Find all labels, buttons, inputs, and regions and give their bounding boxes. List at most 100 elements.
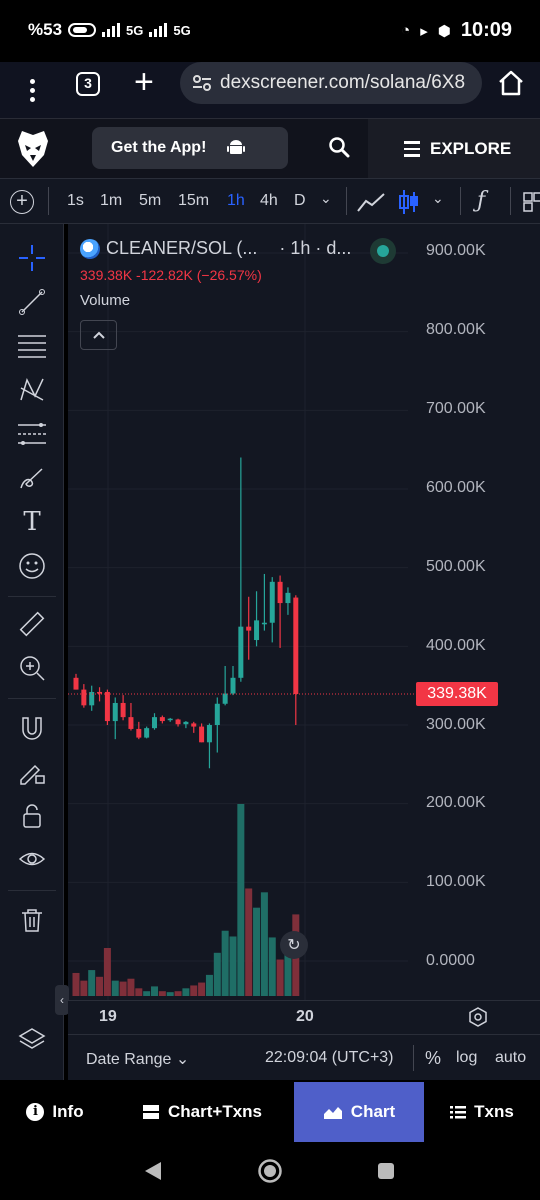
timeframe-1h[interactable]: 1h [227,192,245,210]
log-scale-toggle[interactable]: log [456,1049,477,1067]
price-axis-label: 400.00K [426,637,486,654]
collapse-legend-button[interactable] [80,320,117,350]
emoji-icon[interactable] [16,550,48,582]
last-price-tag: 339.38K [416,682,498,706]
tab-txns[interactable]: Txns [424,1082,540,1142]
unlock-icon[interactable] [16,800,48,832]
volume-bar [96,976,104,996]
volume-bar [205,974,213,996]
site-settings-icon[interactable] [192,73,212,93]
line-chart-icon[interactable] [356,191,386,213]
volume-bar [119,981,127,996]
expand-toolbar-handle[interactable]: ‹ [55,985,69,1015]
candle-body [144,728,150,738]
explore-button[interactable]: EXPLORE [368,119,540,179]
toolbar-divider [346,187,347,215]
volume-bar [253,907,261,996]
ruler-icon[interactable] [16,608,48,640]
new-tab-icon[interactable]: + [134,62,154,102]
candles-icon[interactable] [398,188,420,216]
back-icon[interactable] [143,1160,163,1182]
eye-icon[interactable] [16,844,48,876]
candle-body [175,719,181,725]
projection-icon[interactable] [16,418,48,450]
magnet-icon[interactable] [16,712,48,744]
chevron-up-icon [92,331,105,339]
candle-body [285,592,291,604]
whatsapp-icon: ◔ [401,22,411,39]
more-menu-icon[interactable] [22,70,42,110]
timeframe-1s[interactable]: 1s [67,192,84,210]
volume-bar [143,991,151,996]
date-range-button[interactable]: Date Range ⌄ [86,1049,189,1069]
zoom-in-icon[interactable] [16,652,48,684]
add-symbol-icon[interactable]: + [10,190,34,214]
network-type-1: 5G [126,22,144,38]
toolbar-divider [8,596,56,597]
system-nav-bar [0,1142,540,1200]
candle-body [293,597,299,695]
timeframe-4h[interactable]: 4h [260,192,278,210]
percent-scale-toggle[interactable]: % [425,1048,441,1069]
shield-icon: ⬢ [437,22,451,40]
volume-bar [198,982,206,996]
candle-body [104,691,110,722]
timeframe-1m[interactable]: 1m [100,192,122,210]
pattern-icon[interactable] [16,374,48,406]
android-icon [227,140,246,154]
get-app-button[interactable]: Get the App! [92,127,288,169]
chevron-down-icon[interactable]: ⌄ [432,190,444,207]
brush-icon[interactable] [16,462,48,494]
split-view-icon [143,1105,159,1119]
status-bar: %53 5G 5G ◔ ▸ ⬢ 10:09 [0,0,540,62]
timeframe-15m[interactable]: 15m [178,192,209,210]
site-header: Get the App! EXPLORE [0,118,540,179]
candle-body [222,693,228,704]
candle-body [277,581,283,604]
browser-toolbar: 3 + dexscreener.com/solana/6X8 [0,62,540,118]
dexscreener-logo-icon[interactable] [14,129,52,169]
explore-label: EXPLORE [430,139,512,158]
layout-icon[interactable] [522,191,540,213]
volume-bar [268,937,276,996]
tab-info[interactable]: i Info [0,1082,110,1142]
candle-body [269,581,275,623]
text-tool-icon[interactable]: T [16,506,48,538]
fib-retracement-icon[interactable] [16,330,48,362]
symbol-interval: · 1h · d... [279,238,352,258]
auto-scale-toggle[interactable]: auto [495,1049,526,1067]
timeframe-5m[interactable]: 5m [139,192,161,210]
chart-pane[interactable]: CLEANER/SOL (... · 1h · d... 339.38K -12… [68,224,540,1000]
reset-chart-icon[interactable]: ↻ [280,931,308,959]
trash-icon[interactable] [16,904,48,936]
address-bar[interactable]: dexscreener.com/solana/6X8 [180,62,482,104]
crosshair-icon[interactable] [16,242,48,274]
symbol-title[interactable]: CLEANER/SOL (... · 1h · d... [80,238,351,259]
trend-line-icon[interactable] [16,286,48,318]
candle-body [214,703,220,725]
volume-bar [182,988,190,996]
volume-bar [111,980,119,996]
home-nav-icon[interactable] [257,1158,283,1184]
layers-icon[interactable] [16,1024,48,1056]
candle-body [152,717,157,729]
search-icon[interactable] [328,136,350,158]
tab-chart[interactable]: Chart [294,1082,424,1142]
tab-txns-label: Txns [474,1102,514,1121]
toolbar-divider [48,187,49,215]
timeframe-d[interactable]: D [294,192,306,210]
timezone-clock[interactable]: 22:09:04 (UTC+3) [265,1049,394,1067]
home-icon[interactable] [496,68,526,98]
hamburger-icon [404,141,420,157]
market-status-icon [370,238,396,264]
recents-icon[interactable] [377,1162,395,1180]
indicators-icon[interactable]: ƒ [477,188,485,213]
chevron-down-icon[interactable]: ⌄ [320,190,332,207]
tab-chart-txns[interactable]: Chart+Txns [111,1082,293,1142]
volume-bar [80,980,88,996]
settings-hex-icon[interactable] [468,1007,488,1027]
tab-switcher-button[interactable]: 3 [76,72,100,96]
lock-drawing-icon[interactable] [16,756,48,788]
volume-bar [237,804,245,996]
volume-bar [213,952,221,996]
